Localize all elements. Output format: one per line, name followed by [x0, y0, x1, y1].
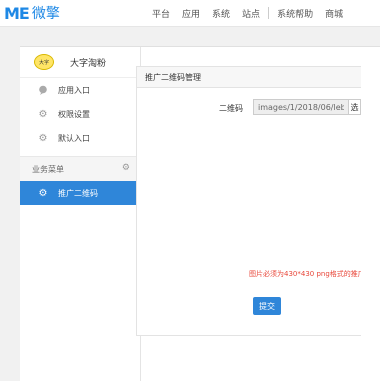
sidebar-item-permissions[interactable]: ⚙ 权限设置: [20, 102, 140, 126]
section-title: 业务菜单: [32, 164, 64, 174]
gear-icon: ⚙: [38, 132, 48, 144]
chat-bubble-icon: [38, 85, 48, 95]
top-nav: 平台 应用 系统 站点 系统帮助 商城: [146, 0, 349, 26]
nav-store[interactable]: 商城: [319, 7, 349, 20]
submit-button[interactable]: 提交: [253, 297, 281, 315]
gear-icon[interactable]: ⚙: [122, 163, 130, 173]
sidebar-item-label: 应用入口: [58, 85, 90, 95]
sidebar-item-label: 权限设置: [58, 109, 90, 119]
sidebar-section-business: 业务菜单 ⚙: [20, 156, 140, 181]
sidebar-item-app-entry[interactable]: 应用入口: [20, 78, 140, 102]
gear-icon: ⚙: [38, 187, 48, 199]
sidebar: 大字 大字淘粉 应用入口 ⚙ 权限设置 ⚙ 默认入口 业务菜单 ⚙ ⚙ 推广二维…: [20, 47, 141, 381]
logo-mark: ME: [4, 3, 30, 23]
qrcode-path-input[interactable]: [253, 99, 349, 115]
module-name: 大字淘粉: [70, 58, 107, 69]
sidebar-item-promo-qrcode[interactable]: ⚙ 推广二维码: [20, 181, 140, 205]
select-image-button[interactable]: 选: [349, 99, 361, 115]
qrcode-panel: 推广二维码管理 二维码 选 图片必须为430*430 png格式的推广 提交: [136, 66, 361, 336]
logo-text: 微擎: [31, 6, 60, 22]
nav-site[interactable]: 站点: [236, 7, 266, 20]
module-header: 大字 大字淘粉: [20, 47, 140, 78]
sidebar-item-default-entry[interactable]: ⚙ 默认入口: [20, 126, 140, 150]
sidebar-item-label: 默认入口: [58, 133, 90, 143]
qrcode-field-row: 二维码 选: [137, 99, 361, 117]
nav-platform[interactable]: 平台: [146, 7, 176, 20]
nav-apps[interactable]: 应用: [176, 7, 206, 20]
panel-title: 推广二维码管理: [137, 67, 361, 88]
image-requirement-hint: 图片必须为430*430 png格式的推广: [249, 270, 361, 278]
top-bar: ME 微擎 平台 应用 系统 站点 系统帮助 商城: [0, 0, 380, 27]
nav-system[interactable]: 系统: [206, 7, 236, 20]
sidebar-item-label: 推广二维码: [58, 188, 98, 198]
nav-help[interactable]: 系统帮助: [271, 7, 319, 20]
nav-divider: [268, 7, 270, 19]
logo[interactable]: ME 微擎: [4, 3, 60, 23]
module-avatar: 大字: [34, 54, 54, 70]
qrcode-label: 二维码: [219, 104, 243, 113]
gear-icon: ⚙: [38, 108, 48, 120]
